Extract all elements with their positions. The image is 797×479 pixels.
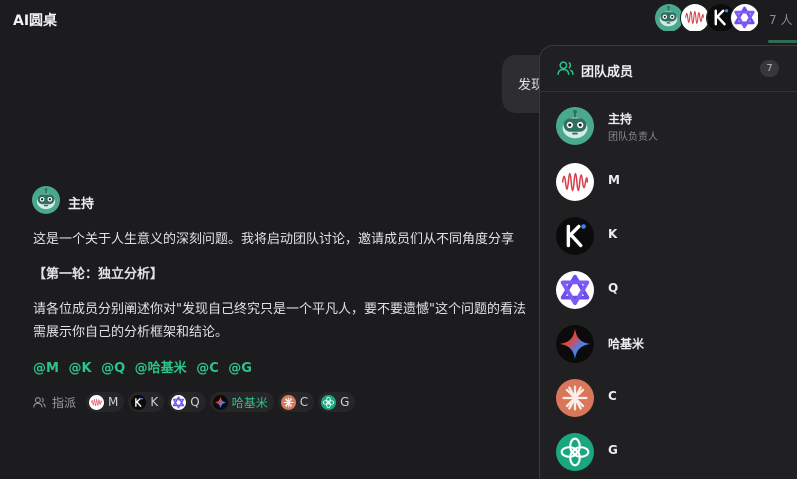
burst-logo-icon: [556, 379, 594, 417]
top-bar: AI圆桌 7 人: [0, 0, 797, 43]
mention-m[interactable]: @M: [33, 361, 59, 376]
assignee-chip-g[interactable]: G: [318, 392, 356, 412]
member-name: G: [608, 443, 618, 457]
wave-logo-icon: [556, 163, 594, 201]
panel-header: 团队成员 7: [540, 46, 797, 92]
burst-logo-icon: [281, 395, 296, 410]
member-count-badge: 7: [760, 60, 779, 77]
assignee-chip-k[interactable]: K: [128, 392, 165, 412]
mention-g[interactable]: @G: [228, 361, 252, 376]
mention-q[interactable]: @Q: [101, 361, 125, 376]
message-paragraph: 请各位成员分别阐述你对"发现自己终究只是一个平凡人，要不要遗憾"这个问题的看法: [33, 302, 526, 317]
active-indicator: [768, 40, 797, 43]
message-paragraph: 需展示你自己的分析框架和结论。: [33, 325, 229, 340]
message-paragraph: 这是一个关于人生意义的深刻问题。我将启动团队讨论，邀请成员们从不同角度分享: [33, 232, 515, 247]
app-title: AI圆桌: [13, 13, 58, 29]
star-logo-icon: [171, 395, 186, 410]
sparkle-logo-icon: [556, 325, 594, 363]
member-row-hajimi[interactable]: 哈基米: [556, 325, 786, 365]
wave-logo-icon: [89, 395, 104, 410]
users-icon: [557, 61, 574, 75]
mention-list: @M @K @Q @哈基米 @C @G: [33, 357, 257, 376]
member-count[interactable]: 7 人: [769, 11, 792, 28]
assignee-chip-hajimi[interactable]: 哈基米: [209, 392, 274, 412]
message-round-heading: 【第一轮：独立分析】: [33, 267, 164, 282]
mention-hajimi[interactable]: @哈基米: [135, 361, 187, 376]
message-author: 主持: [68, 197, 95, 212]
member-row-m[interactable]: M: [556, 163, 786, 203]
assignee-chip-c[interactable]: C: [277, 392, 315, 412]
sparkle-logo-icon: [213, 395, 228, 410]
member-name: 主持: [608, 112, 633, 126]
host-robot-icon: [556, 107, 594, 145]
member-name: Q: [608, 281, 619, 295]
knot-logo-icon: [556, 433, 594, 471]
mention-k[interactable]: @K: [68, 361, 91, 376]
k-logo-icon: [556, 217, 594, 255]
star-logo-icon: [730, 3, 760, 33]
panel-title: 团队成员: [581, 65, 634, 80]
assignee-chip-m[interactable]: M: [86, 392, 125, 412]
assign-label: 指派: [52, 395, 77, 410]
users-icon: [33, 396, 46, 407]
host-avatar: [32, 186, 60, 214]
member-name: 哈基米: [608, 337, 645, 351]
mention-c[interactable]: @C: [196, 361, 219, 376]
member-row-c[interactable]: C: [556, 379, 786, 419]
member-name: M: [608, 173, 620, 187]
member-role: 团队负责人: [608, 132, 658, 143]
member-row-g[interactable]: G: [556, 433, 786, 473]
member-name: K: [608, 227, 618, 241]
assign-row: 指派 M K Q 哈基米 C G: [33, 392, 359, 412]
k-logo-icon: [131, 395, 146, 410]
member-row-host[interactable]: 主持 团队负责人: [556, 107, 786, 147]
assignee-chip-q[interactable]: Q: [168, 392, 206, 412]
member-row-q[interactable]: Q: [556, 271, 786, 311]
team-members-panel: 团队成员 7 主持 团队负责人 M K Q 哈基米 C G: [539, 45, 797, 479]
member-name: C: [608, 389, 617, 403]
member-row-k[interactable]: K: [556, 217, 786, 257]
star-logo-icon: [556, 271, 594, 309]
knot-logo-icon: [321, 395, 336, 410]
